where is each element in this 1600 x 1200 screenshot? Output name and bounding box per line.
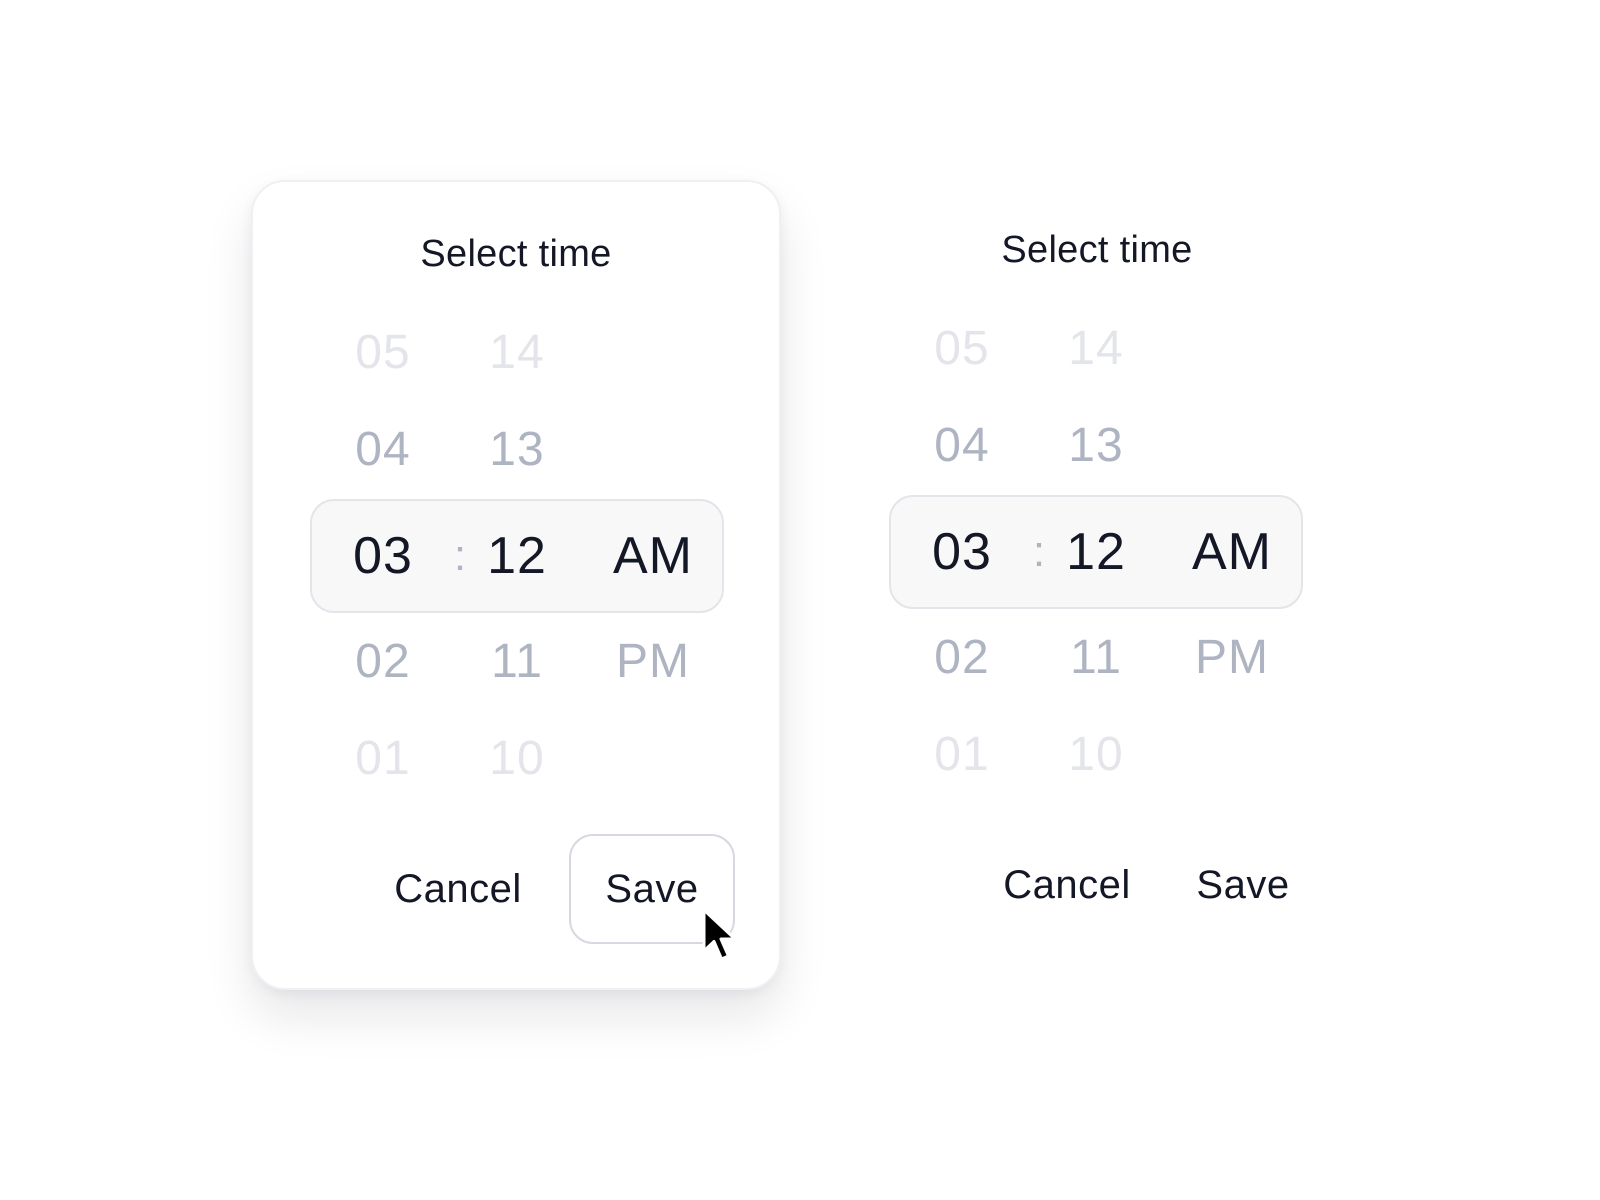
pointer-arrow-icon bbox=[702, 908, 737, 961]
cancel-button[interactable]: Cancel bbox=[373, 834, 543, 944]
time-picker-flat: Select time 05 04 03 02 01 : 14 13 12 11… bbox=[832, 178, 1362, 988]
hour-option[interactable]: 02 bbox=[897, 628, 1027, 688]
period-selected[interactable]: AM bbox=[588, 526, 718, 586]
minute-option[interactable]: 11 bbox=[1031, 628, 1161, 688]
picker-title: Select time bbox=[420, 233, 612, 275]
minute-option[interactable]: 13 bbox=[452, 420, 582, 480]
hour-selected[interactable]: 03 bbox=[897, 522, 1027, 582]
hour-selected[interactable]: 03 bbox=[318, 526, 448, 586]
period-selected[interactable]: AM bbox=[1167, 522, 1297, 582]
period-option[interactable]: PM bbox=[588, 632, 718, 692]
cancel-button[interactable]: Cancel bbox=[982, 830, 1152, 940]
minute-option[interactable]: 14 bbox=[1031, 319, 1161, 379]
minute-selected[interactable]: 12 bbox=[452, 526, 582, 586]
picker-title: Select time bbox=[1001, 229, 1193, 271]
minute-option[interactable]: 10 bbox=[452, 729, 582, 789]
minute-option[interactable]: 11 bbox=[452, 632, 582, 692]
minute-option[interactable]: 13 bbox=[1031, 416, 1161, 476]
minute-option[interactable]: 10 bbox=[1031, 725, 1161, 785]
hour-option[interactable]: 05 bbox=[897, 319, 1027, 379]
hour-option[interactable]: 01 bbox=[897, 725, 1027, 785]
hour-option[interactable]: 05 bbox=[318, 323, 448, 383]
hour-option[interactable]: 04 bbox=[318, 420, 448, 480]
hour-option[interactable]: 04 bbox=[897, 416, 1027, 476]
minute-option[interactable]: 14 bbox=[452, 323, 582, 383]
period-option[interactable]: PM bbox=[1167, 628, 1297, 688]
save-button[interactable]: Save bbox=[1180, 830, 1306, 940]
hour-option[interactable]: 01 bbox=[318, 729, 448, 789]
hour-option[interactable]: 02 bbox=[318, 632, 448, 692]
minute-selected[interactable]: 12 bbox=[1031, 522, 1161, 582]
time-picker-card: Select time 05 04 03 02 01 : 14 13 12 11… bbox=[251, 180, 781, 990]
